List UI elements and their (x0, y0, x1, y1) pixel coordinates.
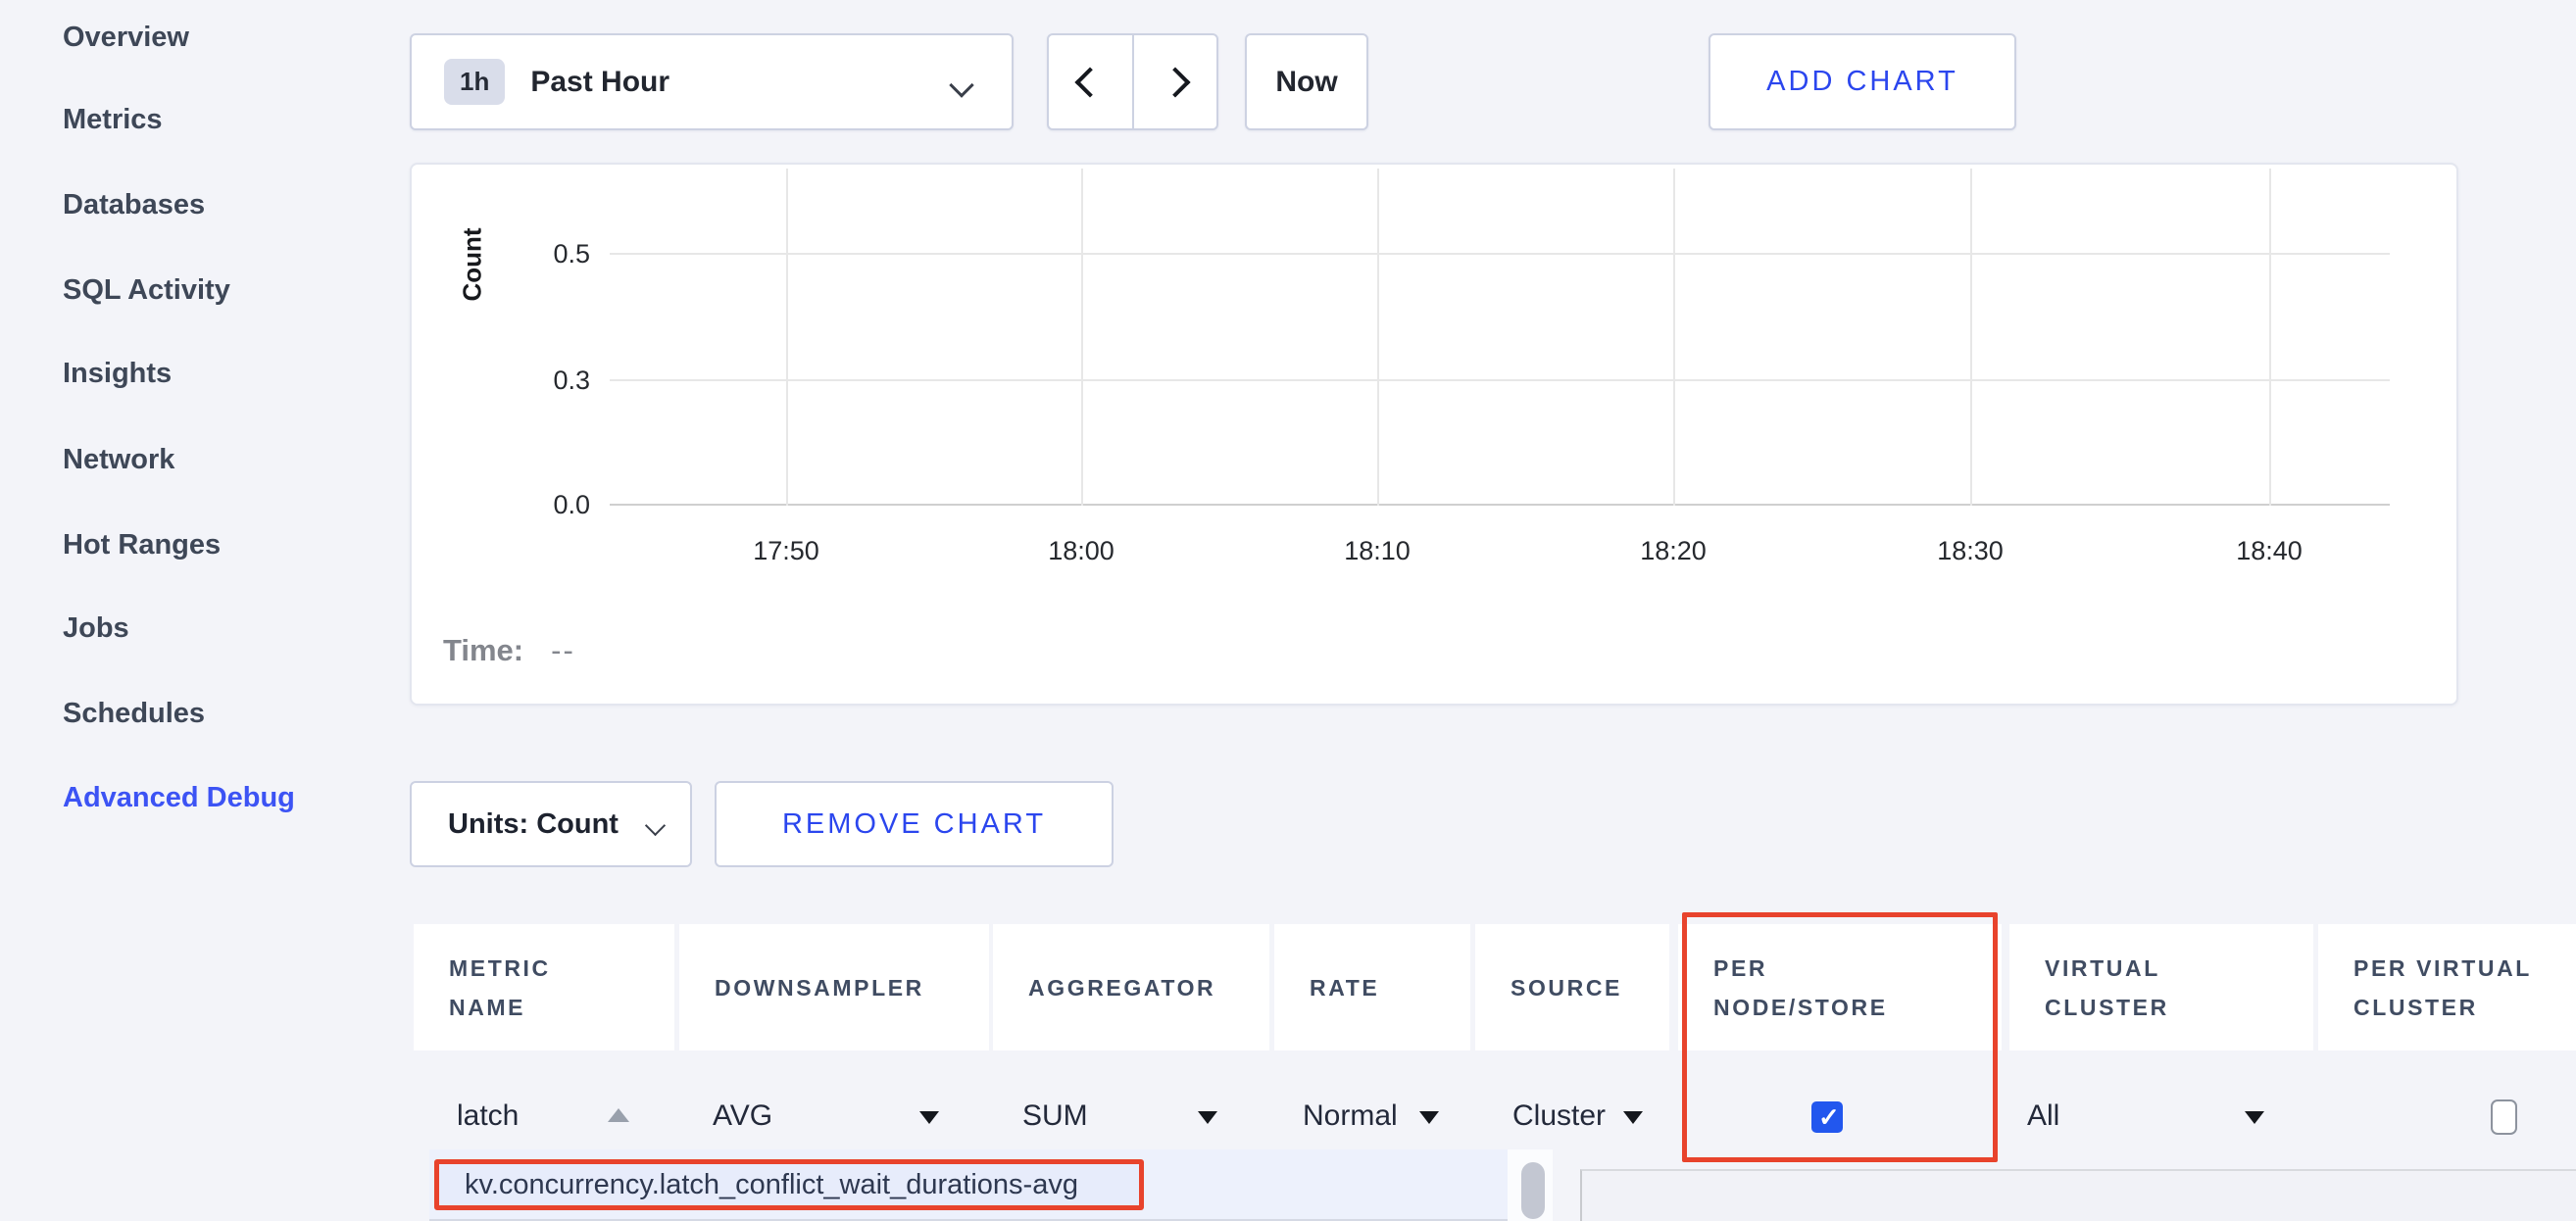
header-metric-name: METRIC NAME (414, 924, 674, 1050)
sidebar-item-advanced-debug[interactable]: Advanced Debug (63, 782, 295, 815)
time-label: Time: (443, 633, 523, 667)
x-tick-1840: 18:40 (2215, 536, 2323, 566)
time-shift-group (1047, 33, 1218, 130)
header-downsampler: DOWNSAMPLER (679, 924, 989, 1050)
source-select[interactable]: Cluster (1512, 1099, 1606, 1133)
sidebar-item-network[interactable]: Network (63, 444, 174, 477)
sidebar-item-jobs[interactable]: Jobs (63, 612, 129, 646)
gridline-vertical (1377, 169, 1379, 506)
now-button[interactable]: Now (1245, 33, 1368, 130)
virtual-cluster-select[interactable]: All (2027, 1099, 2059, 1133)
header-aggregator: AGGREGATOR (993, 924, 1269, 1050)
x-tick-1820: 18:20 (1619, 536, 1727, 566)
remove-chart-button[interactable]: REMOVE CHART (715, 781, 1114, 867)
time-range-badge: 1h (444, 59, 505, 105)
gridline-vertical (1970, 169, 1972, 506)
chevron-right-icon (1160, 67, 1190, 97)
downsampler-select[interactable]: AVG (713, 1099, 772, 1133)
time-range-label: Past Hour (530, 66, 669, 99)
chevron-left-icon (1075, 67, 1106, 97)
sidebar-item-sql-activity[interactable]: SQL Activity (63, 274, 230, 308)
sidebar-item-insights[interactable]: Insights (63, 358, 172, 391)
prev-time-button[interactable] (1049, 35, 1132, 128)
caret-down-icon (919, 1111, 939, 1124)
sidebar-item-overview[interactable]: Overview (63, 22, 189, 55)
x-axis-line (610, 504, 2390, 506)
y-axis-label: Count (458, 227, 488, 301)
caret-down-icon (1419, 1111, 1439, 1124)
x-tick-1810: 18:10 (1323, 536, 1431, 566)
rate-select[interactable]: Normal (1303, 1099, 1398, 1133)
per-virtual-cluster-checkbox[interactable] (2491, 1099, 2517, 1135)
units-dropdown-label: Units: Count (448, 808, 619, 841)
header-virtual-cluster: VIRTUAL CLUSTER (2009, 924, 2313, 1050)
header-per-node-store: PER NODE/STORE (1678, 924, 2002, 1050)
sidebar-item-metrics[interactable]: Metrics (63, 104, 163, 137)
gridline-vertical (1081, 169, 1083, 506)
suggestion-item-highlight-box[interactable]: kv.concurrency.latch_conflict_wait_durat… (434, 1159, 1144, 1210)
caret-down-icon (2245, 1111, 2264, 1124)
suggestion-item[interactable]: kv.concurrency.latch_conflict_wait_durat… (465, 1169, 1078, 1201)
add-chart-button[interactable]: ADD CHART (1709, 33, 2016, 130)
sidebar-item-hot-ranges[interactable]: Hot Ranges (63, 529, 221, 562)
dropdown-scrollbar-thumb[interactable] (1521, 1162, 1545, 1219)
aggregator-select[interactable]: SUM (1022, 1099, 1088, 1133)
x-tick-1750: 17:50 (732, 536, 840, 566)
sidebar-item-databases[interactable]: Databases (63, 189, 205, 222)
hover-time-readout: Time: -- (443, 633, 575, 668)
x-tick-1830: 18:30 (1916, 536, 2024, 566)
chart-card: Count 0.5 0.3 0.0 17:50 18:00 18:10 18:2… (410, 163, 2458, 706)
y-tick-0.5: 0.5 (531, 239, 590, 269)
caret-down-icon (1198, 1111, 1217, 1124)
next-time-button[interactable] (1132, 35, 1217, 128)
gridline-vertical (786, 169, 788, 506)
metric-name-input[interactable]: latch (457, 1099, 519, 1133)
bottom-right-partial-panel (1580, 1169, 2576, 1221)
gridline-vertical (1673, 169, 1675, 506)
header-per-virtual-cluster: PER VIRTUAL CLUSTER (2318, 924, 2576, 1050)
units-dropdown[interactable]: Units: Count (410, 781, 692, 867)
chevron-down-icon (645, 815, 666, 836)
gridline-vertical (2269, 169, 2271, 506)
chevron-down-icon (949, 73, 973, 97)
sort-up-icon (608, 1108, 629, 1122)
time-range-selector[interactable]: 1h Past Hour (410, 33, 1014, 130)
gridline-horizontal (610, 379, 2390, 381)
header-rate: RATE (1274, 924, 1470, 1050)
sidebar-item-schedules[interactable]: Schedules (63, 698, 205, 731)
gridline-horizontal (610, 253, 2390, 255)
header-source: SOURCE (1475, 924, 1669, 1050)
custom-chart-page: Overview Metrics Databases SQL Activity … (0, 0, 2576, 1221)
y-tick-0.0: 0.0 (531, 490, 590, 520)
time-value: -- (551, 633, 575, 667)
y-tick-0.3: 0.3 (531, 366, 590, 396)
per-node-store-checkbox[interactable] (1811, 1101, 1843, 1133)
x-tick-1800: 18:00 (1027, 536, 1135, 566)
caret-down-icon (1623, 1111, 1643, 1124)
